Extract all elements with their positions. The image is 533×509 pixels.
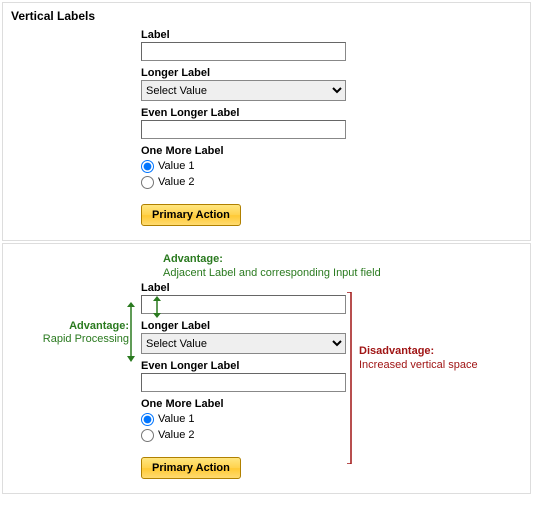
field-longer-label: Longer Label Select Value <box>141 320 351 354</box>
radio-value-1[interactable] <box>141 413 154 426</box>
field-longer-label: Longer Label Select Value <box>141 67 351 101</box>
radio-value-2[interactable] <box>141 176 154 189</box>
annotation-advantage-top: Advantage: Adjacent Label and correspond… <box>163 252 381 280</box>
radio-row-2: Value 2 <box>141 174 351 190</box>
annotation-text: Increased vertical space <box>359 359 478 371</box>
label-text: One More Label <box>141 398 351 410</box>
form-column: Label Longer Label Select Value Even Lon… <box>141 282 351 479</box>
label-text: Even Longer Label <box>141 360 351 372</box>
radio-value-2[interactable] <box>141 429 154 442</box>
label-text: Label <box>141 282 351 294</box>
annotation-advantage-left: Advantage: Rapid Processing <box>9 320 129 346</box>
label-text: Even Longer Label <box>141 107 351 119</box>
field-one-more-label: One More Label Value 1 Value 2 <box>141 145 351 190</box>
field-even-longer-label: Even Longer Label <box>141 360 351 392</box>
annotation-text: Rapid Processing <box>43 333 129 345</box>
radio-value-1[interactable] <box>141 160 154 173</box>
annotation-text: Adjacent Label and corresponding Input f… <box>163 267 381 279</box>
select-longer-label[interactable]: Select Value <box>141 80 346 101</box>
form-column: Label Longer Label Select Value Even Lon… <box>141 29 351 226</box>
panel-annotated: Advantage: Adjacent Label and correspond… <box>2 243 531 494</box>
input-even-longer-label[interactable] <box>141 373 346 392</box>
radio-row-2: Value 2 <box>141 427 351 443</box>
field-one-more-label: One More Label Value 1 Value 2 <box>141 398 351 443</box>
field-even-longer-label: Even Longer Label <box>141 107 351 139</box>
input-even-longer-label[interactable] <box>141 120 346 139</box>
radio-row-1: Value 1 <box>141 158 351 174</box>
annotation-title: Disadvantage: <box>359 344 478 358</box>
input-label[interactable] <box>141 295 346 314</box>
input-label[interactable] <box>141 42 346 61</box>
radio-label: Value 2 <box>158 174 195 190</box>
annotation-title: Advantage: <box>9 320 129 333</box>
label-text: Longer Label <box>141 67 351 79</box>
label-text: Longer Label <box>141 320 351 332</box>
annotation-disadvantage: Disadvantage: Increased vertical space <box>359 344 478 372</box>
radio-label: Value 1 <box>158 158 195 174</box>
primary-action-button[interactable]: Primary Action <box>141 457 241 479</box>
panel-title: Vertical Labels <box>11 9 522 23</box>
radio-label: Value 2 <box>158 427 195 443</box>
primary-action-button[interactable]: Primary Action <box>141 204 241 226</box>
annotation-title: Advantage: <box>163 252 381 266</box>
panel-vertical-labels: Vertical Labels Label Longer Label Selec… <box>2 2 531 241</box>
select-longer-label[interactable]: Select Value <box>141 333 346 354</box>
field-label: Label <box>141 29 351 61</box>
field-label: Label <box>141 282 351 314</box>
label-text: Label <box>141 29 351 41</box>
radio-row-1: Value 1 <box>141 411 351 427</box>
label-text: One More Label <box>141 145 351 157</box>
radio-label: Value 1 <box>158 411 195 427</box>
